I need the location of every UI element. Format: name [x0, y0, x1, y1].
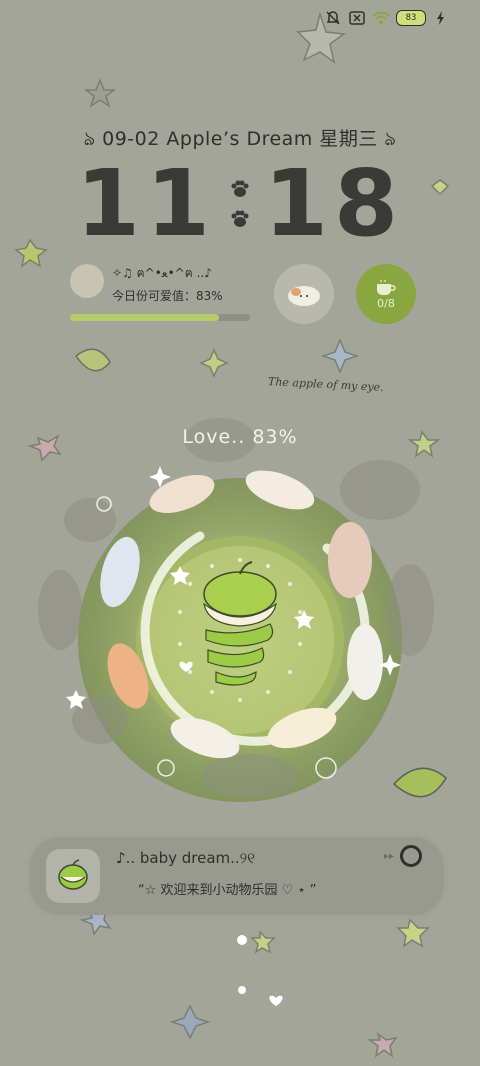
charging-bolt-icon — [432, 10, 450, 26]
track-subtitle: “☆ 欢迎来到小动物乐园 ♡ ⋆ ” — [138, 883, 317, 898]
clock-minutes: 18 — [264, 150, 405, 257]
cuteness-progress-fill — [70, 314, 220, 321]
battery-level: 83 — [405, 13, 417, 23]
battery-indicator: 83 — [396, 10, 426, 26]
cat-icon — [288, 286, 320, 306]
mute-bell-icon — [324, 10, 342, 26]
clock[interactable]: 11 18 — [0, 158, 480, 250]
cuteness-value-text: 今日份可爱值：83% — [112, 289, 223, 303]
love-percentage-label: Love.. 83% — [182, 426, 298, 448]
paw-separator — [226, 179, 254, 229]
music-player-widget[interactable]: ♪.. baby dream..୨୧ “☆ 欢迎来到小动物乐园 ♡ ⋆ ” ▸▸ — [30, 837, 444, 915]
cat-avatar-button[interactable] — [274, 264, 334, 324]
wifi-icon — [372, 10, 390, 26]
clock-hours: 11 — [75, 150, 216, 257]
mood-decoration-text: ✧♫ ฅ^•ﻌ•^ฅ ..♪ — [112, 266, 212, 280]
water-count: 0/8 — [377, 296, 395, 310]
spinning-disc-icon[interactable] — [400, 845, 422, 867]
date-line: ঌ 09-02 Apple’s Dream 星期三 ঌ — [0, 124, 480, 157]
cuteness-progress-bar — [70, 314, 250, 321]
status-bar: 83 — [324, 10, 450, 26]
paw-icon — [231, 180, 249, 197]
apple-icon — [58, 859, 88, 890]
paw-icon — [231, 210, 249, 227]
skip-forward-icon[interactable]: ▸▸ — [384, 851, 394, 862]
no-sim-icon — [348, 10, 366, 26]
album-cover[interactable] — [46, 849, 100, 903]
track-title: ♪.. baby dream..୨୧ — [116, 849, 255, 867]
water-tracker-button[interactable]: 0/8 — [356, 264, 416, 324]
coffee-cup-icon — [377, 279, 396, 295]
cuteness-widget[interactable]: ✧♫ ฅ^•ﻌ•^ฅ ..♪ 今日份可爱值：83% — [70, 264, 260, 321]
